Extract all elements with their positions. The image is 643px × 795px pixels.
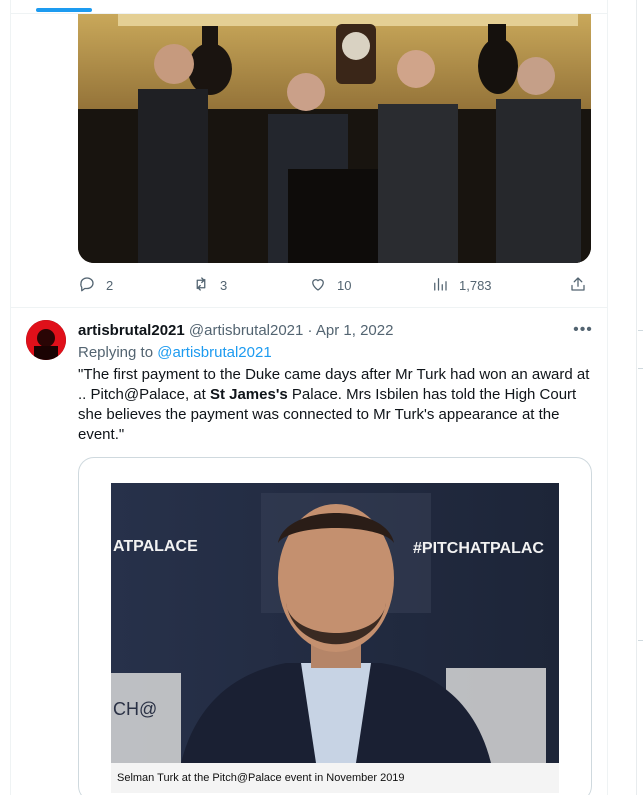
reply-button[interactable]: 2 xyxy=(78,272,113,298)
share-button[interactable] xyxy=(569,272,587,298)
replying-to-label: Replying to xyxy=(78,344,158,361)
share-icon xyxy=(569,275,587,296)
more-icon: ••• xyxy=(573,321,593,338)
replying-to-link[interactable]: @artisbrutal2021 xyxy=(157,344,271,361)
tweet-photo-graphic xyxy=(78,14,591,263)
reply-icon xyxy=(78,275,96,296)
views-icon xyxy=(431,275,449,296)
more-options-button[interactable]: ••• xyxy=(572,321,594,341)
tweet-text: "The first payment to the Duke came days… xyxy=(78,365,598,445)
tweet-text-bold: St James's xyxy=(209,386,288,403)
retweet-icon xyxy=(192,275,210,296)
tweet-header: artisbrutal2021 @artisbrutal2021 · Apr 1… xyxy=(78,321,598,341)
heart-icon xyxy=(309,275,327,296)
user-handle[interactable]: @artisbrutal2021 xyxy=(189,322,303,339)
display-name[interactable]: artisbrutal2021 xyxy=(78,322,185,339)
reply-count: 2 xyxy=(106,277,114,293)
card-text-left: ATPALACE xyxy=(113,538,198,555)
tweet-date[interactable]: Apr 1, 2022 xyxy=(316,322,394,339)
views-count: 1,783 xyxy=(459,277,492,293)
views-button[interactable]: 1,783 xyxy=(431,272,492,298)
like-count: 10 xyxy=(337,277,352,293)
right-panel-edge xyxy=(630,0,643,795)
card-text-right: #PITCHATPALAC xyxy=(413,540,544,557)
retweet-button[interactable]: 3 xyxy=(192,272,227,298)
like-button[interactable]: 10 xyxy=(309,272,351,298)
retweet-count: 3 xyxy=(220,277,228,293)
meta-separator: · xyxy=(307,322,313,339)
link-card-caption: Selman Turk at the Pitch@Palace event in… xyxy=(111,763,559,793)
card-logo-text: CH@ xyxy=(113,699,157,719)
link-card[interactable]: ATPALACE #PITCHATPALAC CH@ Selman Turk a… xyxy=(78,457,592,795)
link-card-image: ATPALACE #PITCHATPALAC CH@ xyxy=(111,483,559,763)
avatar-image xyxy=(26,320,66,360)
avatar[interactable] xyxy=(26,320,66,360)
replying-to: Replying to @artisbrutal2021 xyxy=(78,343,272,363)
link-card-photo: ATPALACE #PITCHATPALAC CH@ xyxy=(111,483,559,763)
tweet-actions: 2 3 10 1,783 xyxy=(78,272,591,298)
tweet-photo[interactable] xyxy=(78,14,591,263)
tweet-divider xyxy=(10,307,608,308)
